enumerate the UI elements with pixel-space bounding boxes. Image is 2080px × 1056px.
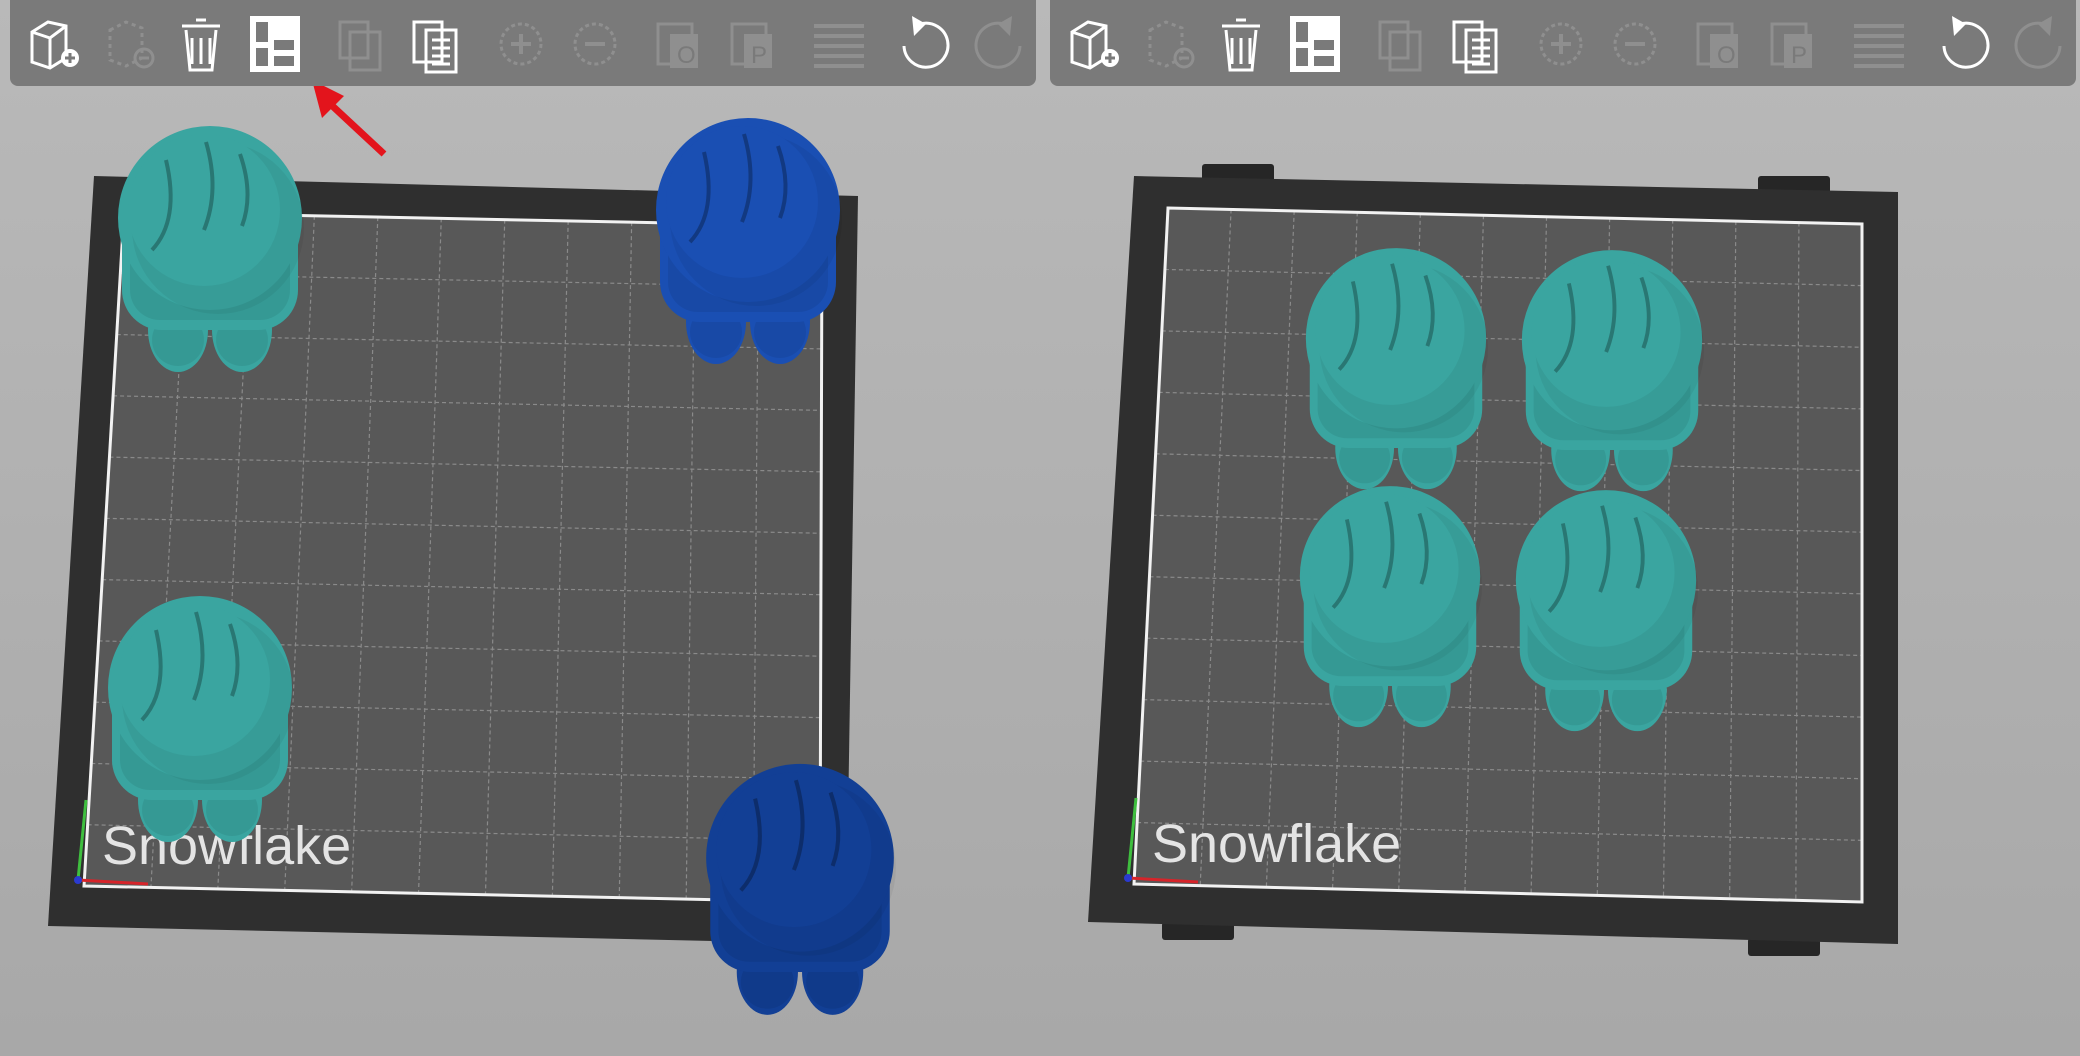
undo-icon[interactable] (890, 8, 960, 78)
svg-text:P: P (751, 42, 767, 69)
paste-icon[interactable] (1440, 8, 1510, 78)
add-object-icon[interactable] (18, 8, 88, 78)
split-parts-icon[interactable]: P (720, 8, 790, 78)
svg-text:O: O (677, 42, 696, 69)
split-objects-icon[interactable]: O (1686, 8, 1756, 78)
arrange-icon[interactable] (240, 8, 310, 78)
add-instance-icon[interactable] (486, 8, 556, 78)
model-astronaut-4[interactable] (706, 763, 896, 1015)
remove-instance-icon[interactable] (560, 8, 630, 78)
remove-object-icon[interactable] (92, 8, 162, 78)
layers-editing-icon[interactable] (1844, 8, 1914, 78)
scene-after[interactable]: Snowflake (1040, 0, 2080, 1056)
bed-label: Snowflake (1152, 814, 1401, 874)
redo-icon[interactable] (964, 8, 1034, 78)
toolbar-after: OP (1050, 0, 2076, 86)
toolbar-before: OP (10, 0, 1036, 86)
delete-all-icon[interactable] (1206, 8, 1276, 78)
svg-text:O: O (1717, 42, 1736, 69)
remove-instance-icon[interactable] (1600, 8, 1670, 78)
arrange-icon[interactable] (1280, 8, 1350, 78)
layers-editing-icon[interactable] (804, 8, 874, 78)
add-instance-icon[interactable] (1526, 8, 1596, 78)
svg-text:P: P (1791, 42, 1807, 69)
undo-icon[interactable] (1930, 8, 2000, 78)
redo-icon[interactable] (2004, 8, 2074, 78)
viewport-after[interactable]: Snowflake OP (1040, 0, 2080, 1056)
paste-icon[interactable] (400, 8, 470, 78)
remove-object-icon[interactable] (1132, 8, 1202, 78)
copy-icon[interactable] (326, 8, 396, 78)
copy-icon[interactable] (1366, 8, 1436, 78)
delete-all-icon[interactable] (166, 8, 236, 78)
scene-before[interactable]: Snowflake (0, 0, 1040, 1056)
print-bed-after: Snowflake (1088, 176, 1898, 944)
viewport-before[interactable]: Snowflake OP (0, 0, 1040, 1056)
annotation-arrow (312, 80, 387, 157)
split-objects-icon[interactable]: O (646, 8, 716, 78)
add-object-icon[interactable] (1058, 8, 1128, 78)
split-parts-icon[interactable]: P (1760, 8, 1830, 78)
